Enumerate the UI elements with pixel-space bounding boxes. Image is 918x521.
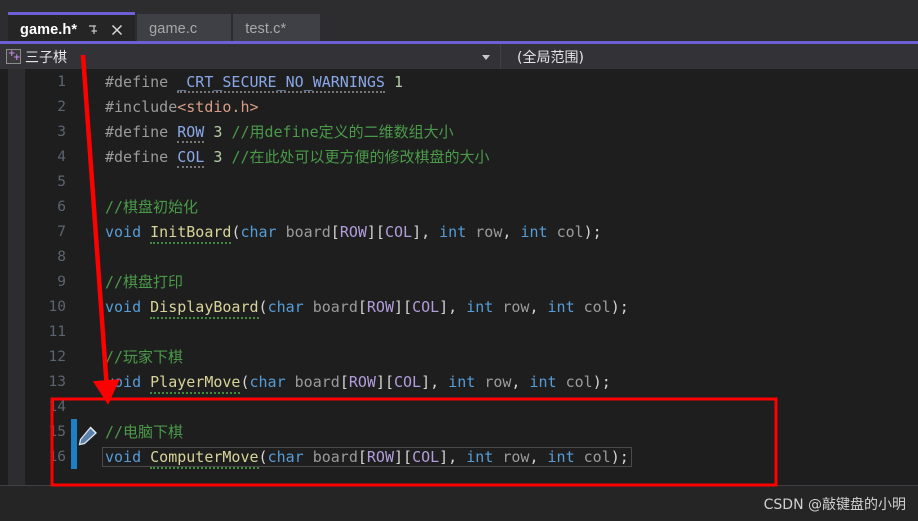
change-bar [71, 169, 77, 194]
line-number: 6 [57, 198, 66, 215]
code-line[interactable]: 9 //棋盘打印 [25, 269, 918, 294]
line-number: 12 [48, 348, 66, 365]
code-line[interactable]: 11 [25, 319, 918, 344]
line-content: #include<stdio.h> [105, 97, 259, 116]
change-bar [71, 319, 77, 344]
line-number: 11 [48, 323, 66, 340]
line-number: 14 [48, 398, 66, 415]
tab-label-game-c: game.c [149, 21, 198, 37]
editor-left-edge [0, 69, 8, 485]
cpp-project-icon: + + [6, 49, 21, 64]
scope-value-label: (全局范围) [517, 49, 584, 66]
line-number: 2 [57, 98, 66, 115]
scope-dropdown[interactable]: (全局范围) [500, 44, 918, 69]
code-line[interactable]: 4 #define COL 3 //在此处可以更方便的修改棋盘的大小 [25, 144, 918, 169]
line-number: 4 [57, 148, 66, 165]
tab-game-h[interactable]: game.h* [8, 12, 136, 44]
line-content: void PlayerMove(char board[ROW][COL], in… [77, 372, 918, 394]
code-lines-container[interactable]: 1 #define _CRT_SECURE_NO_WARNINGS 1 2 #i… [25, 69, 918, 485]
line-content: //棋盘打印 [105, 273, 184, 291]
line-number: 16 [48, 448, 66, 465]
line-number: 5 [57, 173, 66, 190]
navigation-bar: + + 三子棋 (全局范围) [0, 44, 918, 69]
change-bar [71, 394, 77, 419]
watermark-label: CSDN @敲键盘的小明 [763, 497, 906, 513]
line-number: 10 [48, 298, 66, 315]
line-number: 1 [57, 73, 66, 90]
tab-label-test-c: test.c* [245, 21, 287, 37]
code-line[interactable]: 1 #define _CRT_SECURE_NO_WARNINGS 1 [25, 69, 918, 94]
code-line[interactable]: 6 //棋盘初始化 [25, 194, 918, 219]
chevron-down-icon[interactable] [482, 54, 490, 60]
tab-strip-left-pad [0, 0, 8, 44]
line-number: 13 [48, 373, 66, 390]
line-number: 3 [57, 123, 66, 140]
line-content: void InitBoard(char board[ROW][COL], int… [77, 222, 918, 244]
line-number: 9 [57, 273, 66, 290]
line-number: 7 [57, 223, 66, 240]
visual-studio-editor-window: game.h* game.c test.c* + + 三子棋 (全局范围) 1 … [0, 0, 918, 521]
line-number: 15 [48, 423, 66, 440]
code-line[interactable]: 8 [25, 244, 918, 269]
project-dropdown[interactable]: + + 三子棋 [0, 44, 500, 69]
code-line[interactable]: 2 #include<stdio.h> [25, 94, 918, 119]
code-line[interactable]: 5 [25, 169, 918, 194]
line-content: #define _CRT_SECURE_NO_WARNINGS 1 [105, 72, 404, 93]
line-content: //电脑下棋 [105, 423, 184, 441]
editor-indicator-margin[interactable] [8, 69, 25, 485]
line-number: 8 [57, 248, 66, 265]
line-content: void ComputerMove(char board[ROW][COL], … [77, 446, 918, 469]
line-content: #define COL 3 //在此处可以更方便的修改棋盘的大小 [105, 148, 490, 168]
line-content: //玩家下棋 [105, 348, 184, 366]
change-bar [71, 244, 77, 269]
project-name-label: 三子棋 [25, 49, 67, 66]
tab-test-c[interactable]: test.c* [233, 14, 321, 44]
pin-icon[interactable] [84, 22, 101, 39]
code-line[interactable]: 13 void PlayerMove(char board[ROW][COL],… [25, 369, 918, 394]
close-icon[interactable] [108, 22, 125, 39]
code-line[interactable]: 7 void InitBoard(char board[ROW][COL], i… [25, 219, 918, 244]
code-line[interactable]: 3 #define ROW 3 //用define定义的二维数组大小 [25, 119, 918, 144]
code-line[interactable]: 12 //玩家下棋 [25, 344, 918, 369]
code-line[interactable]: 10 void DisplayBoard(char board[ROW][COL… [25, 294, 918, 319]
line-content: void DisplayBoard(char board[ROW][COL], … [77, 297, 918, 319]
code-line[interactable]: 15 //电脑下棋 [25, 419, 918, 444]
code-line[interactable]: 14 [25, 394, 918, 419]
tab-label-game-h: game.h* [20, 22, 78, 38]
line-content: #define ROW 3 //用define定义的二维数组大小 [105, 123, 454, 143]
editor-tab-strip: game.h* game.c test.c* [0, 0, 918, 44]
code-editor[interactable]: 1 #define _CRT_SECURE_NO_WARNINGS 1 2 #i… [0, 69, 918, 485]
status-bar: CSDN @敲键盘的小明 [0, 485, 918, 521]
tab-game-c[interactable]: game.c [137, 14, 232, 44]
line-content: //棋盘初始化 [105, 198, 199, 216]
code-line[interactable]: 16 void ComputerMove(char board[ROW][COL… [25, 444, 918, 469]
